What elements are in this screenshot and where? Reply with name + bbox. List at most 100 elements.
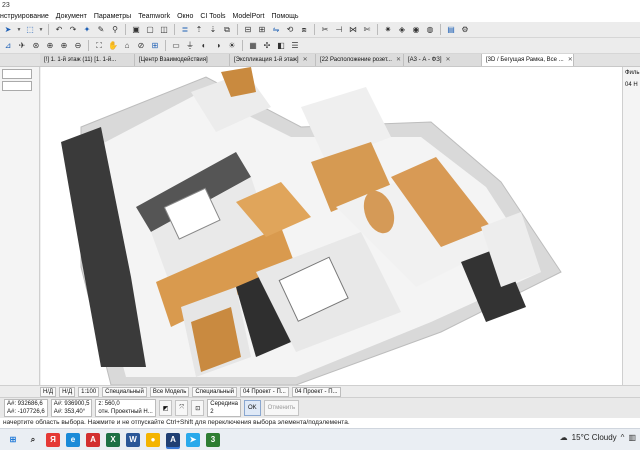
- level-up-icon[interactable]: ⇡: [193, 24, 205, 36]
- archicad-icon[interactable]: A: [166, 432, 180, 447]
- scale-field[interactable]: 1:100: [78, 386, 100, 397]
- close-icon[interactable]: ✕: [446, 54, 451, 66]
- chevron-down-icon[interactable]: ▼: [16, 24, 22, 36]
- settings-icon[interactable]: ⚙: [459, 24, 471, 36]
- marquee-slab-icon[interactable]: ▭: [170, 40, 182, 52]
- mirror-icon[interactable]: ⇋: [270, 24, 282, 36]
- project-dropdown-2[interactable]: 04 Проект - П...: [291, 386, 341, 397]
- orbit-icon[interactable]: ⊛: [30, 40, 42, 52]
- group-icon[interactable]: ▣: [130, 24, 142, 36]
- intersect-icon[interactable]: ⋈: [347, 24, 359, 36]
- network-icon[interactable]: ▥: [628, 433, 636, 442]
- toolbox-field-2[interactable]: [2, 81, 32, 91]
- filter-icon[interactable]: ⏚: [184, 40, 196, 52]
- windows-icon[interactable]: ⊞: [6, 433, 20, 447]
- project-dropdown-1[interactable]: 04 Проект - П...: [240, 386, 289, 397]
- coord-box-a[interactable]: А#: 932686,6 А#: -107726,6: [4, 399, 48, 417]
- chevron-down-icon[interactable]: ▼: [38, 24, 44, 36]
- acrobat-icon[interactable]: A: [86, 432, 100, 447]
- syringe-icon[interactable]: ⚲: [109, 24, 121, 36]
- align-icon[interactable]: ⊟: [242, 24, 254, 36]
- guide-button[interactable]: ⤧: [175, 400, 189, 416]
- ok-button[interactable]: OK: [243, 400, 261, 416]
- 3d-viewport[interactable]: [41, 67, 622, 385]
- snap-button[interactable]: ◩: [158, 400, 173, 416]
- layer-icon[interactable]: ≣: [179, 24, 191, 36]
- tab-floor-plan[interactable]: [!] 1. 1-й этаж (11) [1. 1-й...: [40, 54, 135, 66]
- navigate-icon[interactable]: ⊕: [44, 40, 56, 52]
- middle-box[interactable]: Середина 2: [207, 399, 241, 417]
- structure-dropdown[interactable]: Специальный: [102, 386, 147, 397]
- tab-collaboration-center[interactable]: [Центр Взаимодействия]: [135, 54, 230, 66]
- coord-box-b[interactable]: А#: 936900,5 А#: 353,40°: [50, 399, 93, 417]
- zoom-in-icon[interactable]: ⊕: [58, 40, 70, 52]
- layers-icon[interactable]: ☰: [289, 40, 301, 52]
- ungroup-icon[interactable]: ▢: [144, 24, 156, 36]
- telegram-icon[interactable]: ➤: [186, 432, 200, 447]
- menu-document[interactable]: Документ: [56, 13, 87, 20]
- shadow-icon[interactable]: ◑: [212, 40, 224, 52]
- zoom-out-icon[interactable]: ⊖: [72, 40, 84, 52]
- model-dropdown[interactable]: Все Модель: [149, 386, 190, 397]
- section-icon[interactable]: ⊘: [135, 40, 147, 52]
- pan-icon[interactable]: ✋: [107, 40, 119, 52]
- floor-plan-3d-model[interactable]: [41, 67, 622, 385]
- menu-teamwork[interactable]: Teamwork: [138, 13, 170, 20]
- explode-icon[interactable]: ✷: [382, 24, 394, 36]
- trim-icon[interactable]: ✄: [361, 24, 373, 36]
- adjust-icon[interactable]: ⊣: [333, 24, 345, 36]
- sun-icon[interactable]: ☀: [226, 40, 238, 52]
- render-mode-icon[interactable]: ◐: [198, 40, 210, 52]
- render-icon[interactable]: ◍: [424, 24, 436, 36]
- elevation-icon[interactable]: ⊞: [149, 40, 161, 52]
- tab-explication[interactable]: [Экспликация 1-й этаж] ✕: [230, 54, 316, 66]
- chevron-up-icon[interactable]: ^: [621, 433, 625, 442]
- tab-socket-layout[interactable]: [22 Расположение розет... ✕: [316, 54, 404, 66]
- marquee-icon[interactable]: ⬚: [24, 24, 36, 36]
- tab-3d-view[interactable]: [3D / Бегущая Рамка, Все ... ✕: [482, 54, 574, 66]
- menu-design[interactable]: нструирование: [0, 13, 49, 20]
- walk-icon[interactable]: ✈: [16, 40, 28, 52]
- bring-front-icon[interactable]: ⧉: [221, 24, 233, 36]
- nd-field-2[interactable]: Н/Д: [59, 386, 76, 397]
- arrow-tool-icon[interactable]: ➤: [2, 24, 14, 36]
- excel-icon[interactable]: X: [106, 432, 120, 447]
- magic-wand-icon[interactable]: ✦: [81, 24, 93, 36]
- arrow-left-icon[interactable]: ↶: [53, 24, 65, 36]
- menu-window[interactable]: Окно: [177, 13, 193, 20]
- suspend-group-icon[interactable]: ◫: [158, 24, 170, 36]
- menu-options[interactable]: Параметры: [94, 13, 131, 20]
- close-icon[interactable]: ✕: [568, 54, 573, 66]
- rotate-icon[interactable]: ⟲: [284, 24, 296, 36]
- 3d-view-icon[interactable]: ◈: [396, 24, 408, 36]
- menu-ci-tools[interactable]: CI Tools: [200, 13, 225, 20]
- layout-icon[interactable]: ▤: [445, 24, 457, 36]
- cancel-button[interactable]: Отменить: [263, 400, 300, 416]
- toolbox-field-1[interactable]: [2, 69, 32, 79]
- level-down-icon[interactable]: ⇣: [207, 24, 219, 36]
- camera-icon[interactable]: ◉: [410, 24, 422, 36]
- close-icon[interactable]: ✕: [396, 54, 401, 66]
- app-icon[interactable]: 3: [206, 432, 220, 447]
- tab-a3-layout[interactable]: [А3 - А - ФЗ] ✕: [404, 54, 482, 66]
- explode-view-icon[interactable]: ✣: [261, 40, 273, 52]
- yandex-icon[interactable]: Я: [46, 432, 60, 447]
- edge-icon[interactable]: e: [66, 432, 80, 447]
- cutaway-icon[interactable]: ◧: [275, 40, 287, 52]
- chrome-icon[interactable]: ●: [146, 432, 160, 447]
- coord-box-z[interactable]: z: 560,0 отн. Проектный Н...: [95, 399, 156, 417]
- nd-field-1[interactable]: Н/Д: [40, 386, 57, 397]
- distribute-icon[interactable]: ⊞: [256, 24, 268, 36]
- eyedropper-icon[interactable]: ✎: [95, 24, 107, 36]
- split-icon[interactable]: ✂: [319, 24, 331, 36]
- word-icon[interactable]: W: [126, 432, 140, 447]
- 2d-3d-icon[interactable]: ⊿: [2, 40, 14, 52]
- close-icon[interactable]: ✕: [303, 54, 308, 66]
- weather-text[interactable]: 15°C Cloudy: [572, 433, 617, 442]
- background-icon[interactable]: ▦: [247, 40, 259, 52]
- snap-point-button[interactable]: ⊡: [191, 400, 205, 416]
- offset-icon[interactable]: ⧈: [298, 24, 310, 36]
- special-dropdown[interactable]: Специальный: [192, 386, 238, 397]
- panel-value[interactable]: 04 Н: [623, 79, 640, 91]
- fit-window-icon[interactable]: ⛶: [93, 40, 105, 52]
